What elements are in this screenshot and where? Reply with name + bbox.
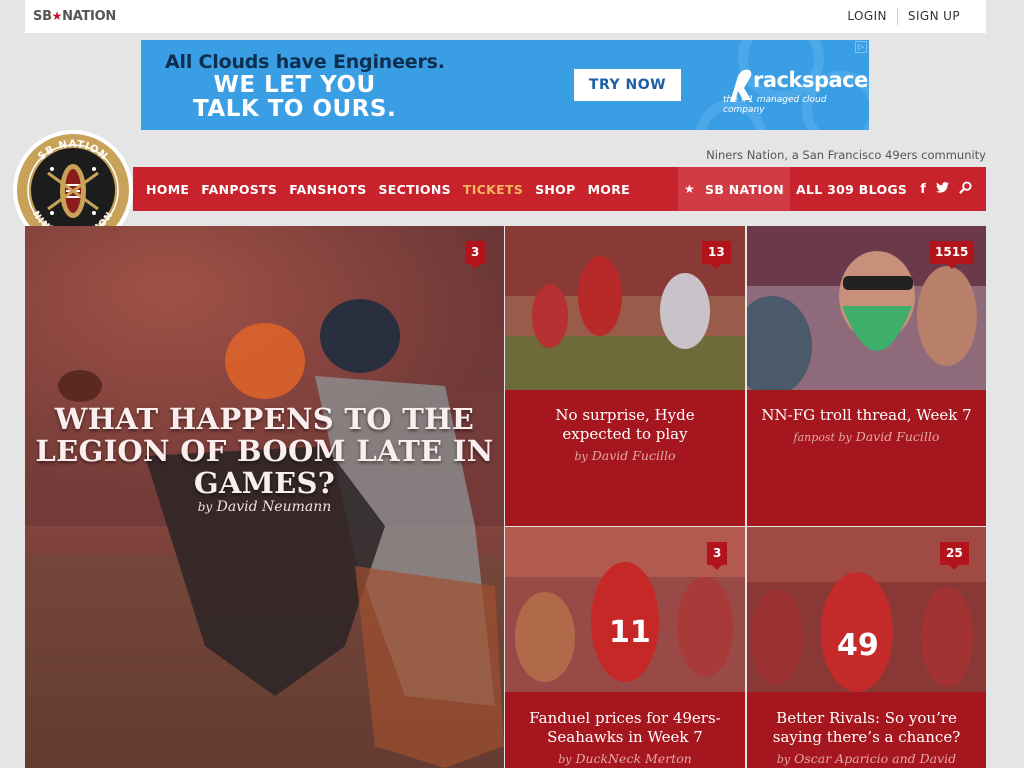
story-2-title[interactable]: NN-FG troll thread, Week 7 — [747, 390, 986, 425]
story-author[interactable]: David Fucillo — [592, 448, 676, 463]
ad-line-1: WE LET YOU — [213, 72, 376, 98]
logo-text-sb: SB — [33, 9, 52, 24]
story-1-caption[interactable]: No surprise, Hyde expected to play by Da… — [505, 390, 745, 526]
story-author[interactable]: DuckNeck Merton — [575, 751, 691, 766]
story-2-byline: fanpost by David Fucillo — [747, 429, 986, 444]
nav-fanposts[interactable]: FANPOSTS — [201, 182, 277, 197]
comment-count-badge[interactable]: 3 — [465, 241, 486, 269]
main-nav: HOME FANPOSTS FANSHOTS SECTIONS TICKETS … — [133, 167, 986, 211]
rackspace-tagline: the #1 managed cloud company — [723, 95, 827, 115]
sbnation-network-button[interactable]: ★ SB NATION — [678, 167, 790, 211]
story-2-image[interactable]: 1515 — [747, 226, 986, 390]
byline-prefix: by — [574, 450, 588, 463]
svg-text:11: 11 — [609, 615, 651, 650]
story-1-byline: by David Fucillo — [505, 448, 745, 463]
ad-line-2: TALK TO OURS. — [193, 96, 397, 122]
rackspace-ad-banner[interactable]: ▷ All Clouds have Engineers. WE LET YOU … — [141, 40, 869, 130]
adchoices-icon[interactable]: ▷ — [855, 41, 867, 53]
byline-prefix: fanpost by — [793, 431, 852, 444]
byline-prefix: by — [558, 753, 572, 766]
story-1-image[interactable]: 13 — [505, 226, 745, 390]
facebook-icon[interactable]: f — [920, 182, 926, 197]
story-4-byline: by Oscar Aparicio and David — [747, 751, 986, 766]
rackspace-brand: rackspace — [753, 68, 868, 92]
star-icon: ★ — [683, 182, 696, 196]
featured-story-title[interactable]: WHAT HAPPENS TO THE LEGION OF BOOM LATE … — [25, 403, 504, 499]
nav-sections[interactable]: SECTIONS — [379, 182, 451, 197]
all-blogs-link[interactable]: ALL 309 BLOGS — [790, 167, 907, 211]
nav-right: ★ SB NATION ALL 309 BLOGS f — [678, 167, 977, 211]
nav-fanshots[interactable]: FANSHOTS — [289, 182, 366, 197]
top-bar: SB★NATION LOGIN SIGN UP — [25, 0, 986, 33]
story-4-image[interactable]: 49 25 — [747, 527, 986, 692]
comment-count-badge[interactable]: 25 — [940, 542, 969, 570]
login-link[interactable]: LOGIN — [837, 9, 897, 25]
comment-count-badge[interactable]: 1515 — [929, 241, 975, 269]
search-icon[interactable] — [959, 180, 972, 198]
sbnation-logo[interactable]: SB★NATION — [33, 9, 116, 24]
nav-more[interactable]: MORE — [588, 182, 630, 197]
story-4-caption[interactable]: Better Rivals: So you’re saying there’s … — [747, 692, 986, 768]
twitter-icon[interactable] — [935, 181, 949, 197]
nav-tickets[interactable]: TICKETS — [463, 182, 523, 197]
story-3-title[interactable]: Fanduel prices for 49ers-Seahawks in Wee… — [505, 692, 745, 747]
story-4-title[interactable]: Better Rivals: So you’re saying there’s … — [747, 692, 986, 747]
story-author[interactable]: Oscar Aparicio and David — [794, 751, 956, 766]
nav-shop[interactable]: SHOP — [535, 182, 575, 197]
featured-author[interactable]: David Neumann — [217, 499, 332, 515]
story-author[interactable]: David Fucillo — [856, 429, 940, 444]
story-3-image[interactable]: 11 3 — [505, 527, 745, 692]
svg-text:49: 49 — [837, 628, 879, 663]
story-3-caption[interactable]: Fanduel prices for 49ers-Seahawks in Wee… — [505, 692, 745, 768]
site-tagline: Niners Nation, a San Francisco 49ers com… — [706, 148, 986, 162]
sbnation-label: SB NATION — [705, 181, 785, 197]
featured-story-byline: by David Neumann — [25, 499, 504, 515]
story-2-caption[interactable]: NN-FG troll thread, Week 7 fanpost by Da… — [747, 390, 986, 526]
nav-menu: HOME FANPOSTS FANSHOTS SECTIONS TICKETS … — [146, 167, 642, 211]
signup-link[interactable]: SIGN UP — [898, 9, 970, 25]
story-1-title[interactable]: No surprise, Hyde expected to play — [505, 390, 745, 444]
byline-prefix: by — [776, 753, 791, 766]
logo-star-icon: ★ — [51, 9, 63, 23]
account-links: LOGIN SIGN UP — [837, 8, 970, 25]
nav-home[interactable]: HOME — [146, 182, 189, 197]
comment-count-badge[interactable]: 13 — [702, 241, 731, 269]
ad-headline: All Clouds have Engineers. — [165, 51, 445, 73]
logo-text-nation: NATION — [62, 9, 116, 24]
try-now-button[interactable]: TRY NOW — [574, 69, 681, 101]
social-icons: f — [915, 167, 977, 211]
ad-subheadline: WE LET YOU TALK TO OURS. — [193, 73, 396, 121]
story-3-byline: by DuckNeck Merton — [505, 751, 745, 766]
byline-prefix: by — [197, 500, 213, 514]
comment-count-badge[interactable]: 3 — [707, 542, 728, 570]
